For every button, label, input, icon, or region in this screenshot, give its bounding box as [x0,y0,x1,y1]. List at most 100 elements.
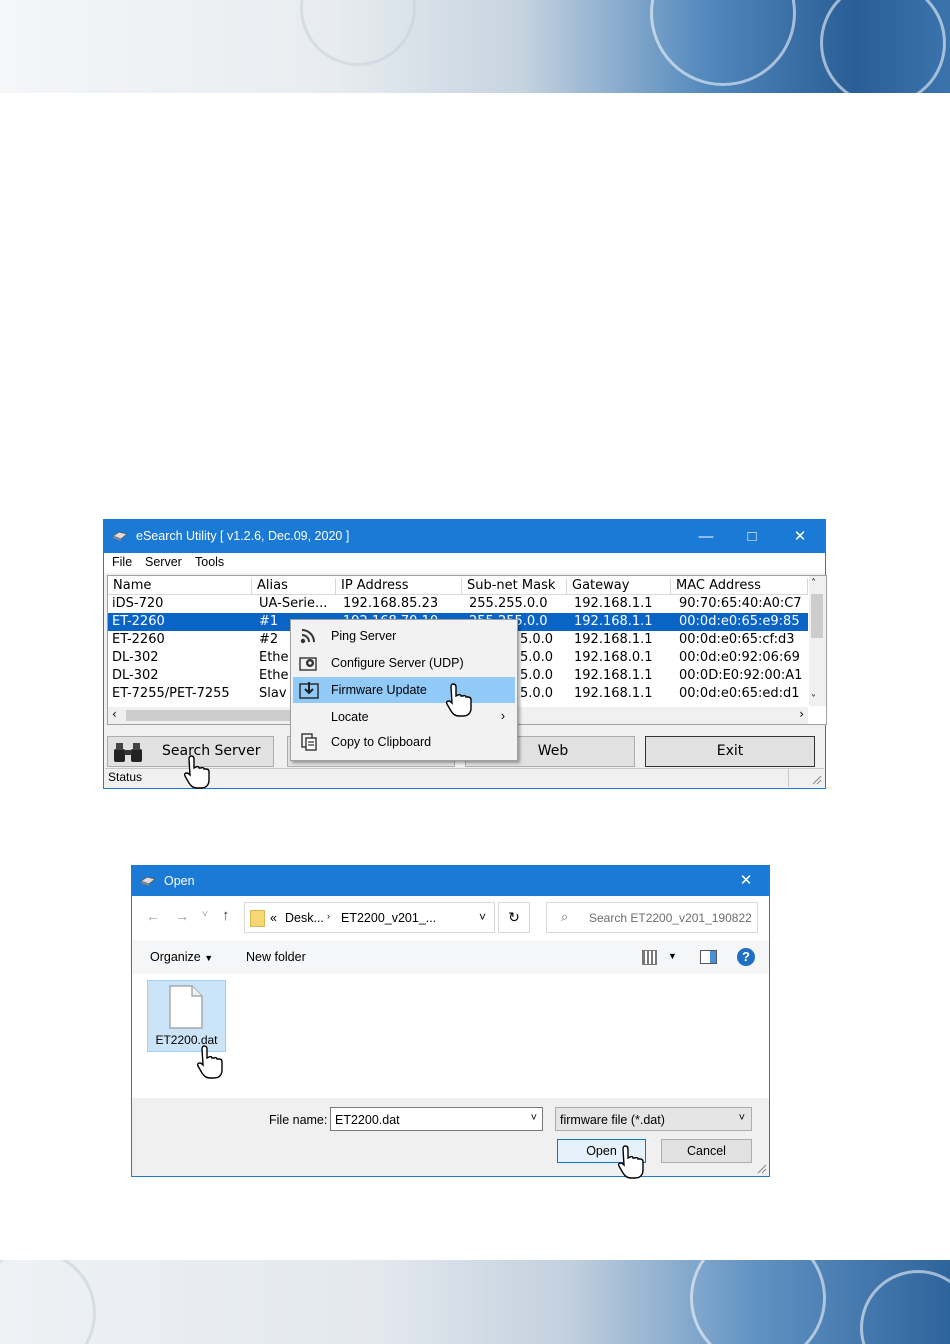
file-icon [169,985,203,1029]
column-alias[interactable]: Alias [252,578,336,594]
file-name-value: ET2200.dat [335,1113,400,1127]
title-bar: eSearch Utility [ v1.2.6, Dec.09, 2020 ]… [104,520,825,553]
breadcrumb-folder[interactable]: ET2200_v201_... [341,911,436,925]
clipboard-icon [301,733,317,751]
cell-mask: 5.0.0 [520,650,554,665]
organize-button[interactable]: Organize ▼ [150,950,213,964]
new-folder-button[interactable]: New folder [246,950,306,964]
cell-mac: 00:0d:e0:65:ed:d1 [679,686,800,701]
preview-pane-icon[interactable] [700,950,717,964]
folder-icon [250,910,265,927]
cell-mac: 00:0D:E0:92:00:A1 [679,668,803,683]
cell-name: DL-302 [112,650,159,665]
search-input[interactable]: ⌕ Search ET2200_v201_190822 [546,902,758,933]
forward-icon[interactable]: → [175,908,189,924]
scroll-thumb[interactable] [126,710,294,721]
menu-item-configure[interactable]: Configure Server (UDP) [293,650,515,676]
close-button[interactable]: ✕ [777,520,823,553]
search-placeholder: Search ET2200_v201_190822 [589,911,752,925]
file-item[interactable]: ET2200.dat [147,980,226,1052]
menu-file[interactable]: File [112,555,132,569]
recent-dropdown-icon[interactable]: ˅ [202,909,208,920]
column-gateway[interactable]: Gateway [567,578,671,594]
cell-alias: Ethe [259,668,289,683]
up-icon[interactable]: ↑ [222,907,230,924]
navigation-bar: ← → ˅ ↑ « Desk... › ET2200_v201_... ˅ ↻ … [132,896,769,940]
cell-alias: Slav [259,686,287,701]
file-name-field-label: File name: [269,1113,328,1127]
chevron-down-icon[interactable]: ˅ [531,1112,537,1124]
web-label: Web [537,743,569,759]
scroll-left-icon[interactable]: ‹ [112,707,117,721]
column-mac[interactable]: MAC Address [671,578,808,594]
cell-gateway: 192.168.1.1 [574,668,653,683]
address-bar[interactable]: « Desk... › ET2200_v201_... ˅ [244,902,495,933]
hand-cursor-icon [196,1045,223,1079]
menu-bar: File Server Tools [104,553,825,573]
minimize-button[interactable]: — [683,520,729,553]
cell-mac: 00:0d:e0:65:e9:85 [679,614,800,629]
dialog-footer: File name: ET2200.dat ˅ firmware file (*… [132,1098,769,1179]
view-icon[interactable] [642,950,657,965]
cancel-button[interactable]: Cancel [661,1139,752,1163]
help-icon[interactable]: ? [737,948,755,966]
menu-item-ping[interactable]: Ping Server [293,623,515,649]
menu-server[interactable]: Server [145,555,182,569]
scroll-right-icon[interactable]: › [799,707,804,721]
file-area: ET2200.dat [132,974,769,1098]
menu-item-label: Configure Server (UDP) [331,656,464,670]
cell-name: DL-302 [112,668,159,683]
breadcrumb-desktop[interactable]: Desk... [285,911,324,925]
decorative-ball [690,1260,826,1344]
exit-button[interactable]: Exit [645,736,815,767]
cell-mask: 255.255.0.0 [469,596,548,611]
dialog-title: Open [164,874,195,888]
file-name-input[interactable]: ET2200.dat ˅ [330,1107,543,1131]
cell-mac: 00:0d:e0:65:cf:d3 [679,632,795,647]
menu-tools[interactable]: Tools [195,555,224,569]
address-dropdown-icon[interactable]: ˅ [479,910,486,924]
status-text: Status [108,770,143,784]
menu-item-locate[interactable]: Locate › [293,704,515,730]
menu-item-copy[interactable]: Copy to Clipboard [293,729,515,755]
decorative-ball [300,0,416,66]
menu-item-firmware-update[interactable]: Firmware Update [293,677,515,703]
file-type-value: firmware file (*.dat) [560,1113,665,1127]
cell-alias: UA-Serie... [259,596,328,611]
file-type-select[interactable]: firmware file (*.dat) ˅ [555,1107,752,1131]
menu-item-label: Firmware Update [331,683,427,697]
app-icon [140,876,156,886]
back-icon[interactable]: ← [146,908,160,924]
cell-gateway: 192.168.0.1 [574,650,653,665]
rss-icon [300,629,315,644]
footer-banner [0,1260,950,1344]
column-ip[interactable]: IP Address [336,578,462,594]
cell-gateway: 192.168.1.1 [574,632,653,647]
cell-mac: 90:70:65:40:A0:C7 [679,596,802,611]
exit-label: Exit [716,743,744,759]
decorative-ball [650,0,796,86]
cell-name: ET-7255/PET-7255 [112,686,230,701]
cell-mask: 5.0.0 [520,668,554,683]
column-mask[interactable]: Sub-net Mask [462,578,567,594]
cell-alias: #2 [259,632,279,647]
breadcrumb-overflow[interactable]: « [270,911,277,925]
column-name[interactable]: Name [108,578,252,594]
cell-gateway: 192.168.1.1 [574,596,653,611]
cell-name: ET-2260 [112,632,165,647]
menu-item-label: Copy to Clipboard [331,735,432,749]
scroll-down-icon[interactable]: ˅ [811,694,816,705]
scroll-thumb[interactable] [811,594,823,638]
resize-grip-icon[interactable] [812,775,822,785]
view-dropdown-icon[interactable]: ▼ [668,951,677,961]
cell-name: iDS-720 [112,596,164,611]
status-divider [788,769,789,787]
scroll-up-icon[interactable]: ˄ [811,578,816,589]
refresh-icon[interactable]: ↻ [498,902,530,933]
hand-cursor-icon [183,755,210,789]
resize-grip-icon[interactable] [757,1164,767,1174]
vertical-scrollbar[interactable]: ˄ ˅ [809,576,826,706]
maximize-button[interactable]: □ [729,520,775,553]
dialog-close-button[interactable]: ✕ [723,866,769,896]
table-row[interactable]: iDS-720 UA-Serie... 192.168.85.23 255.25… [108,595,808,613]
